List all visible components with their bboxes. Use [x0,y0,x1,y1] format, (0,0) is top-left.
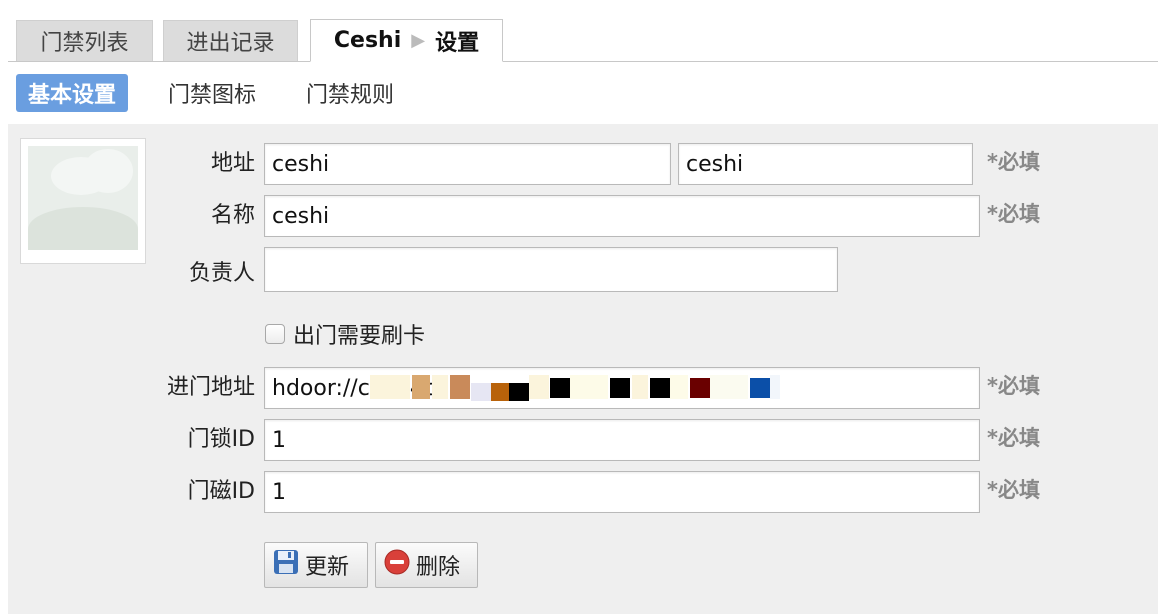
exit-card-label: 出门需要刷卡 [293,324,426,349]
subtab-door-rules-label: 门禁规则 [306,83,395,108]
exit-card-option[interactable]: 出门需要刷卡 [265,319,425,349]
delete-button[interactable]: 删除 [375,542,478,588]
delete-icon [384,549,410,581]
subtab-door-rules[interactable]: 门禁规则 [294,74,406,112]
redaction-block [432,375,448,399]
breadcrumb-arrow-icon: ▶ [411,30,426,51]
redaction-block [509,383,529,401]
redaction-block [370,375,410,399]
redaction-block [710,375,748,399]
redaction-block [650,378,670,398]
subtab-basic-settings[interactable]: 基本设置 [16,74,129,112]
address-input-2[interactable] [678,143,973,185]
redaction-block [412,375,430,399]
redaction-block [529,375,549,399]
exit-card-checkbox[interactable] [265,324,285,344]
tab-current-section: 设置 [435,30,480,56]
door-image-placeholder[interactable] [20,138,146,264]
redaction-block [491,383,509,401]
required-marker: *必填 [987,150,1040,174]
redaction-block [690,378,710,398]
lock-id-label: 门锁ID [187,427,255,452]
redaction-block [570,375,608,399]
top-tab-bar: 门禁列表 进出记录 Ceshi ▶ 设置 [0,0,1158,62]
tab-divider [8,61,1158,62]
required-marker: *必填 [987,202,1040,226]
save-icon [273,549,299,581]
redaction-block [471,383,491,401]
redaction-block [632,375,648,399]
address-label: 地址 [210,151,255,176]
magnet-id-label: 门磁ID [187,479,255,504]
address-input-1[interactable] [264,143,671,185]
cloud-shape [83,149,133,193]
required-marker: *必填 [987,426,1040,450]
name-input[interactable] [264,195,980,237]
hill-shape [28,207,138,250]
tab-access-records[interactable]: 进出记录 [163,20,298,61]
name-label: 名称 [210,203,255,228]
required-marker: *必填 [987,478,1040,502]
owner-input[interactable] [264,247,838,292]
subtab-door-icon-label: 门禁图标 [168,83,257,108]
redaction-block [450,375,470,399]
update-button-label: 更新 [305,555,350,580]
redaction-block [750,378,770,398]
subtab-basic-settings-label: 基本设置 [28,83,117,108]
magnet-id-input[interactable] [264,471,980,513]
redaction-block [550,378,570,398]
tab-current-name: Ceshi [333,28,402,53]
lock-id-input[interactable] [264,419,980,461]
redaction-block [770,375,780,399]
owner-label: 负责人 [188,261,255,286]
update-button[interactable]: 更新 [264,542,368,588]
required-marker: *必填 [987,374,1040,398]
delete-button-label: 删除 [416,555,461,580]
tab-current-settings[interactable]: Ceshi ▶ 设置 [310,19,503,62]
redaction-block [610,378,630,398]
tab-door-list-label: 门禁列表 [40,31,129,56]
tab-access-records-label: 进出记录 [186,31,275,56]
tab-door-list[interactable]: 门禁列表 [16,20,153,61]
subtab-door-icon[interactable]: 门禁图标 [156,74,268,112]
entry-address-label: 进门地址 [166,375,255,400]
redaction-block [670,375,688,399]
